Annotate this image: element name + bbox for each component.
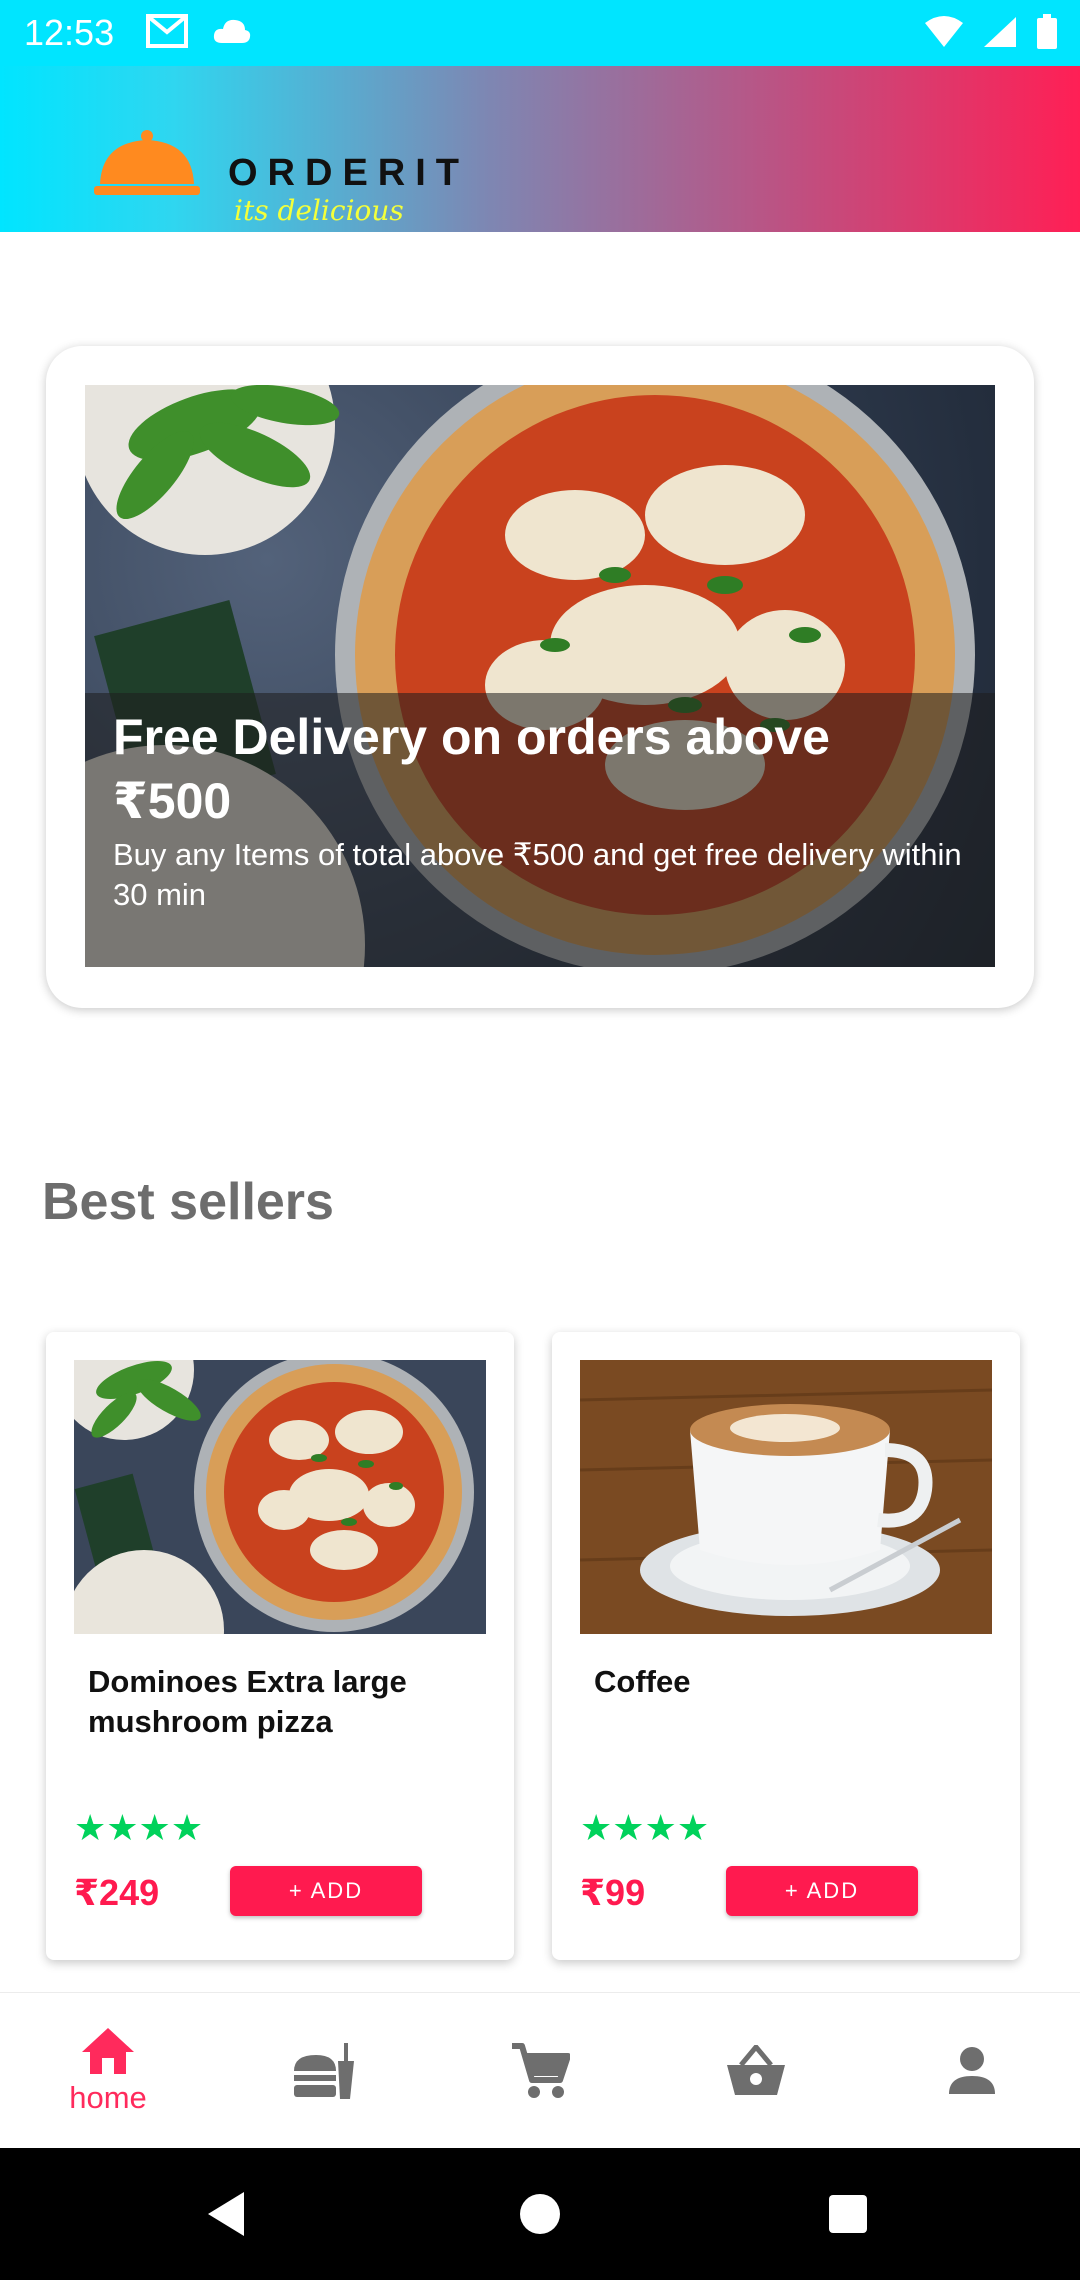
nav-item-home[interactable]: home bbox=[0, 1993, 216, 2149]
home-circle-icon bbox=[520, 2194, 560, 2234]
wifi-icon bbox=[925, 16, 963, 47]
cloud-icon bbox=[213, 19, 251, 43]
cart-icon bbox=[512, 2043, 570, 2098]
back-triangle-icon bbox=[208, 2192, 244, 2236]
nav-item-cart[interactable] bbox=[432, 1993, 648, 2149]
signal-icon bbox=[984, 17, 1016, 47]
brand-tagline: its delicious bbox=[234, 194, 404, 227]
nav-item-profile[interactable] bbox=[864, 1993, 1080, 2149]
best-sellers-heading: Best sellers bbox=[42, 1173, 334, 1231]
promo-pizza-image: Free Delivery on orders above ₹500 Buy a… bbox=[85, 385, 995, 967]
food-icon bbox=[294, 2043, 354, 2099]
brand-logo: ORDERIT its delicious bbox=[92, 106, 492, 227]
gmail-icon bbox=[146, 14, 188, 48]
system-navigation-bar bbox=[0, 2148, 1080, 2280]
product-name: Coffee bbox=[594, 1664, 691, 1699]
product-name: Dominoes Extra large mushroom pizza bbox=[88, 1664, 407, 1739]
promo-text-overlay: Free Delivery on orders above ₹500 Buy a… bbox=[85, 693, 995, 967]
product-card[interactable]: Coffee ★★★★ ₹99 + ADD bbox=[552, 1332, 1020, 1960]
brand-name: ORDERIT bbox=[228, 152, 469, 194]
cloche-icon bbox=[94, 130, 200, 195]
add-to-cart-button[interactable]: + ADD bbox=[726, 1866, 918, 1916]
status-bar: 12:53 bbox=[0, 0, 1080, 66]
nav-item-food[interactable] bbox=[216, 1993, 432, 2149]
status-time: 12:53 bbox=[24, 12, 115, 53]
rating-stars: ★★★★ bbox=[74, 1808, 204, 1849]
product-price: ₹99 bbox=[580, 1872, 646, 1913]
system-back-button[interactable] bbox=[194, 2182, 258, 2246]
rating-stars: ★★★★ bbox=[580, 1808, 710, 1849]
product-price: ₹249 bbox=[74, 1872, 160, 1913]
system-recents-button[interactable] bbox=[816, 2182, 880, 2246]
product-card[interactable]: Dominoes Extra large mushroom pizza ★★★★… bbox=[46, 1332, 514, 1960]
recents-square-icon bbox=[829, 2195, 867, 2233]
nav-label-home: home bbox=[69, 2080, 147, 2115]
pizza-illustration bbox=[74, 1360, 486, 1634]
battery-icon bbox=[1037, 14, 1057, 49]
nav-item-basket[interactable] bbox=[648, 1993, 864, 2149]
basket-icon bbox=[727, 2045, 785, 2095]
system-home-button[interactable] bbox=[508, 2182, 572, 2246]
profile-icon bbox=[949, 2047, 995, 2094]
product-image-pizza bbox=[74, 1360, 486, 1634]
add-to-cart-button[interactable]: + ADD bbox=[230, 1866, 422, 1916]
promo-title: Free Delivery on orders above ₹500 bbox=[113, 709, 830, 829]
coffee-illustration bbox=[580, 1360, 992, 1634]
promo-subtitle: Buy any Items of total above ₹500 and ge… bbox=[113, 837, 962, 912]
app-bar: ORDERIT its delicious bbox=[0, 66, 1080, 232]
bottom-navigation: home bbox=[0, 1992, 1080, 2148]
promo-card[interactable]: Free Delivery on orders above ₹500 Buy a… bbox=[46, 346, 1034, 1008]
home-icon bbox=[82, 2028, 134, 2074]
product-image-coffee bbox=[580, 1360, 992, 1634]
